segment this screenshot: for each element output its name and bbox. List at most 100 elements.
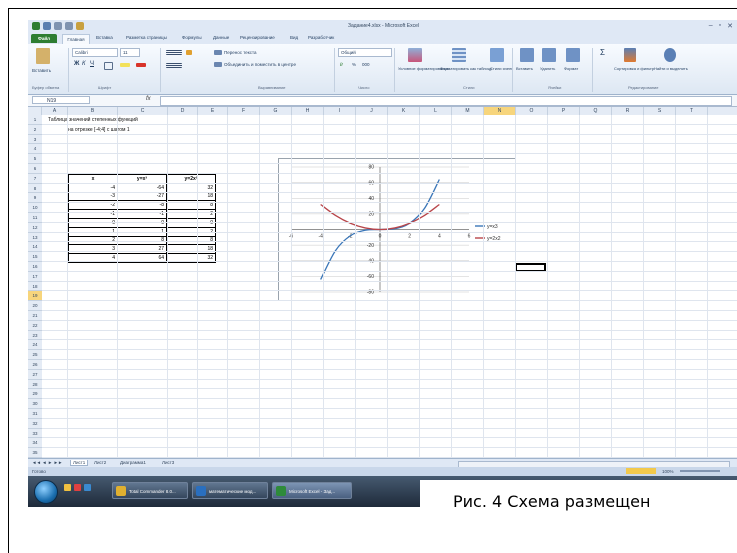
row-header-4[interactable]: 4 [28,144,42,155]
table-cell[interactable]: -1 [117,209,167,219]
formula-input[interactable] [160,96,732,106]
column-header-t[interactable]: T [676,107,708,115]
column-header-q[interactable]: Q [580,107,612,115]
font-name-select[interactable]: Calibri [72,48,118,57]
column-header-j[interactable]: J [356,107,388,115]
name-box[interactable]: N19 [32,96,90,104]
sheet-tab-3[interactable]: Лист3 [162,460,174,465]
browser-icon[interactable] [84,484,91,491]
row-header-12[interactable]: 12 [28,222,42,233]
align-top-icon[interactable] [166,50,182,55]
table-cell[interactable]: 32 [166,182,216,193]
column-header-c[interactable]: C [118,107,168,115]
fx-icon[interactable]: fx [146,96,151,102]
italic-icon[interactable]: К [82,61,86,67]
row-header-33[interactable]: 33 [28,428,42,439]
bold-icon[interactable]: Ж [74,61,79,67]
row-header-28[interactable]: 28 [28,379,42,390]
taskbar-item-total-commander[interactable]: Total Commander 8.0... [112,482,188,499]
table-cell[interactable]: -1 [68,209,118,219]
row-header-11[interactable]: 11 [28,213,42,223]
row-header-26[interactable]: 26 [28,360,42,370]
number-format-select[interactable]: Общий [338,48,392,57]
format-as-table-icon[interactable] [452,48,466,62]
cell-styles-button[interactable]: Стили ячеек [490,66,513,71]
table-cell[interactable]: 0 [166,217,216,228]
row-header-16[interactable]: 16 [28,262,42,272]
row-header-15[interactable]: 15 [28,252,42,262]
table-cell[interactable]: 18 [166,244,216,255]
tab-data[interactable]: Данные [213,35,229,40]
column-header-f[interactable]: F [228,107,260,115]
row-header-22[interactable]: 22 [28,320,42,331]
fill-color-icon[interactable] [120,63,130,67]
row-header-25[interactable]: 25 [28,350,42,360]
sheet-tab-1[interactable]: Лист1 [70,460,89,466]
start-button[interactable] [34,480,58,504]
column-header-r[interactable]: R [612,107,644,115]
insert-cells-icon[interactable] [520,48,534,62]
row-header-31[interactable]: 31 [28,409,42,419]
row-header-30[interactable]: 30 [28,399,42,409]
tab-page-layout[interactable]: Разметка страницы [126,35,167,40]
sort-filter-button[interactable]: Сортировка и фильтр [614,66,654,71]
tab-view[interactable]: Вид [290,35,298,40]
row-header-9[interactable]: 9 [28,193,42,204]
column-header-h[interactable]: H [292,107,324,115]
column-header-l[interactable]: L [420,107,452,115]
view-buttons[interactable] [626,468,656,474]
table-cell[interactable]: 2 [166,209,216,219]
table-cell[interactable]: 3 [68,244,118,255]
sheet-tab-diagram[interactable]: Диаграмма1 [120,460,146,465]
sort-filter-icon[interactable] [624,48,636,62]
font-color-icon[interactable] [136,63,146,67]
row-header-13[interactable]: 13 [28,232,42,243]
borders-icon[interactable] [104,62,113,70]
table-cell[interactable]: -64 [117,182,167,193]
format-cells-button[interactable]: Формат [564,66,578,71]
tab-insert[interactable]: Вставка [96,35,113,40]
column-header-n[interactable]: N [484,107,516,115]
comma-style-icon[interactable]: 000 [362,62,370,67]
media-icon[interactable] [74,484,81,491]
row-header-20[interactable]: 20 [28,301,42,311]
currency-icon[interactable]: ₽ [340,62,343,68]
orientation-icon[interactable] [186,50,192,55]
tab-developer[interactable]: Разработчик [308,35,334,40]
open-icon[interactable] [76,22,84,30]
wrap-text-button[interactable]: Перенос текста [224,50,257,55]
row-header-35[interactable]: 35 [28,448,42,458]
row-header-32[interactable]: 32 [28,418,42,429]
row-header-8[interactable]: 8 [28,183,42,194]
table-cell[interactable]: 18 [166,191,216,202]
font-size-select[interactable]: 11 [120,48,140,57]
sheet-tab-2[interactable]: Лист2 [94,460,106,465]
column-header-k[interactable]: K [388,107,420,115]
column-header-o[interactable]: O [516,107,548,115]
row-header-10[interactable]: 10 [28,203,42,213]
row-header-23[interactable]: 23 [28,330,42,341]
line-chart[interactable]: -80-60-40-2020406080-6-4-20246y=x3y=2x2 [278,158,516,301]
row-header-7[interactable]: 7 [28,173,42,184]
tab-file[interactable]: Файл [31,34,57,43]
table-cell[interactable]: 0 [117,217,167,228]
zoom-slider[interactable] [680,470,720,472]
autosum-icon[interactable]: Σ [600,48,605,57]
find-select-icon[interactable] [664,48,676,62]
row-header-29[interactable]: 29 [28,389,42,400]
insert-cells-button[interactable]: Вставить [516,66,533,71]
row-header-6[interactable]: 6 [28,164,42,174]
row-header-34[interactable]: 34 [28,438,42,449]
row-header-24[interactable]: 24 [28,340,42,351]
column-header-d[interactable]: D [168,107,198,115]
row-header-2[interactable]: 2 [28,124,42,135]
cell-styles-icon[interactable] [490,48,504,62]
delete-cells-button[interactable]: Удалить [540,66,555,71]
column-header-g[interactable]: G [260,107,292,115]
taskbar-item-excel[interactable]: Microsoft Excel - Зад... [272,482,352,499]
column-header-i[interactable]: I [324,107,356,115]
row-header-5[interactable]: 5 [28,154,42,164]
redo-icon[interactable] [65,22,73,30]
column-header-e[interactable]: E [198,107,228,115]
table-cell[interactable]: 27 [117,244,167,255]
